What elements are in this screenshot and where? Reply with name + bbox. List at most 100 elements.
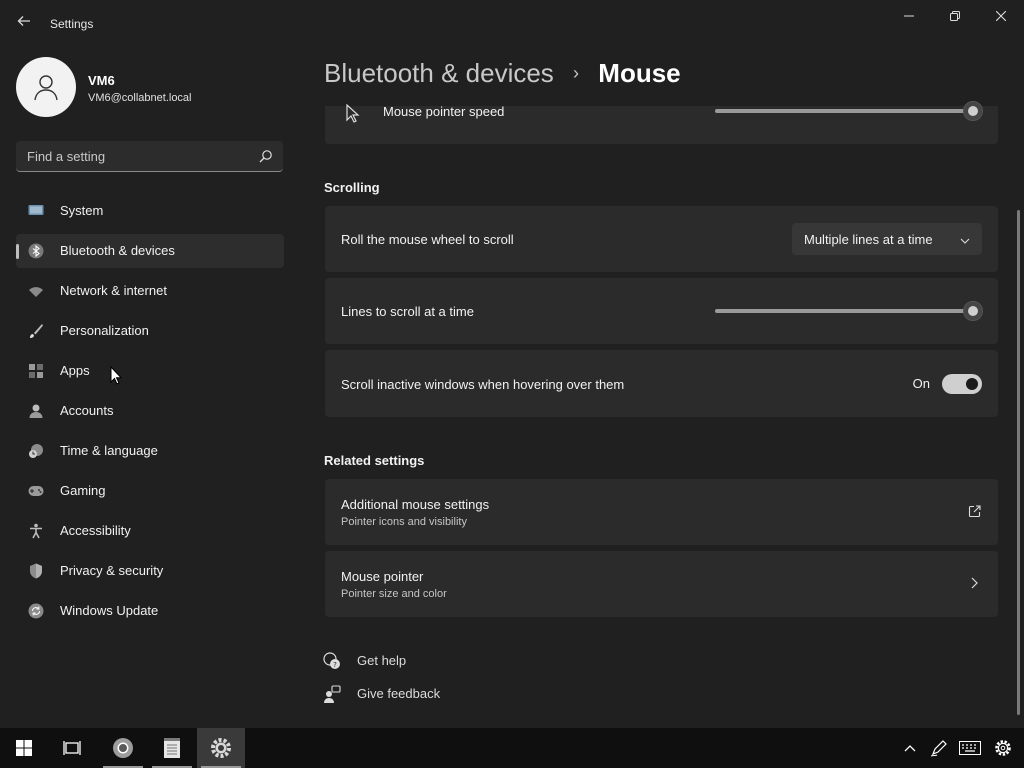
sidebar-item-privacy[interactable]: Privacy & security <box>16 554 284 588</box>
task-view-icon <box>63 741 81 755</box>
additional-mouse-settings-sub: Pointer icons and visibility <box>341 516 467 528</box>
lines-to-scroll-slider[interactable] <box>715 301 983 321</box>
feedback-icon <box>323 685 341 703</box>
shield-icon <box>28 563 44 579</box>
avatar <box>16 57 76 117</box>
sidebar-item-label: Windows Update <box>60 603 159 618</box>
cursor-arrow-icon <box>345 103 361 129</box>
sidebar-item-label: Network & internet <box>60 283 167 298</box>
chrome-icon <box>113 738 133 758</box>
sidebar-item-label: Accessibility <box>60 523 131 538</box>
sidebar-item-apps[interactable]: Apps <box>16 354 284 388</box>
pointer-speed-slider-thumb[interactable] <box>963 101 983 121</box>
get-help-label: Get help <box>357 653 407 668</box>
breadcrumb-parent-link[interactable]: Bluetooth & devices <box>324 58 554 88</box>
sidebar-item-bluetooth[interactable]: Bluetooth & devices <box>16 234 284 268</box>
roll-wheel-dropdown-value: Multiple lines at a time <box>804 232 933 247</box>
apps-icon <box>28 363 44 379</box>
lines-to-scroll-label: Lines to scroll at a time <box>341 304 474 319</box>
roll-wheel-label: Roll the mouse wheel to scroll <box>341 232 514 247</box>
sidebar-item-time-language[interactable]: Time & language <box>16 434 284 468</box>
pointer-speed-slider[interactable] <box>715 101 983 121</box>
taskbar <box>0 728 1024 768</box>
task-view-button[interactable] <box>48 728 96 768</box>
additional-mouse-settings-link[interactable]: Additional mouse settings Pointer icons … <box>325 479 998 545</box>
person-icon <box>28 403 44 419</box>
minimize-button[interactable] <box>886 0 932 32</box>
inactive-scroll-card: Scroll inactive windows when hovering ov… <box>325 350 998 417</box>
chevron-down-icon <box>960 233 970 251</box>
related-settings-title: Related settings <box>324 453 425 468</box>
additional-mouse-settings-label: Additional mouse settings <box>341 497 490 512</box>
toggle-knob <box>966 378 978 390</box>
sidebar-item-windows-update[interactable]: Windows Update <box>16 594 284 628</box>
roll-wheel-dropdown[interactable]: Multiple lines at a time <box>792 223 982 255</box>
close-icon <box>996 11 1006 21</box>
sidebar-item-accessibility[interactable]: Accessibility <box>16 514 284 548</box>
chevron-right-icon <box>966 575 982 591</box>
update-icon <box>28 603 44 619</box>
pointer-speed-label: Mouse pointer speed <box>383 104 505 119</box>
notepad-icon <box>164 738 180 758</box>
gamepad-icon <box>28 483 44 499</box>
sidebar-item-system[interactable]: System <box>16 194 284 228</box>
give-feedback-label: Give feedback <box>357 686 441 701</box>
lines-to-scroll-slider-thumb[interactable] <box>963 301 983 321</box>
settings-icon <box>211 738 231 758</box>
sidebar-item-gaming[interactable]: Gaming <box>16 474 284 508</box>
sidebar-item-label: Time & language <box>60 443 158 458</box>
pen-icon[interactable] <box>929 738 949 758</box>
close-button[interactable] <box>978 0 1024 32</box>
mouse-pointer-sub: Pointer size and color <box>341 588 447 600</box>
mouse-pointer-label: Mouse pointer <box>341 569 424 584</box>
start-button[interactable] <box>0 728 48 768</box>
sidebar-item-label: Accounts <box>60 403 114 418</box>
sidebar-item-label: Gaming <box>60 483 106 498</box>
inactive-scroll-state: On <box>912 376 930 391</box>
app-title: Settings <box>50 17 94 31</box>
start-icon <box>16 740 32 756</box>
inactive-scroll-label: Scroll inactive windows when hovering ov… <box>341 377 625 392</box>
person-icon <box>34 75 58 101</box>
user-name: VM6 <box>88 73 115 88</box>
sidebar-item-label: System <box>60 203 104 218</box>
main-scrollbar[interactable] <box>1017 210 1020 715</box>
sidebar-item-network[interactable]: Network & internet <box>16 274 284 308</box>
notepad-taskbar-button[interactable] <box>148 728 196 768</box>
mouse-cursor-icon <box>110 365 123 391</box>
external-link-icon <box>966 503 982 519</box>
wifi-icon <box>28 283 44 299</box>
mouse-pointer-link[interactable]: Mouse pointer Pointer size and color <box>325 551 998 617</box>
help-chat-icon: ? <box>323 652 341 670</box>
brush-icon <box>28 323 44 339</box>
restore-button[interactable] <box>932 0 978 32</box>
minimize-icon <box>904 15 914 17</box>
pointer-speed-card: Mouse pointer speed <box>325 101 998 144</box>
user-email: VM6@collabnet.local <box>88 92 192 104</box>
sidebar-item-accounts[interactable]: Accounts <box>16 394 284 428</box>
breadcrumb: Bluetooth & devices › Mouse <box>324 58 681 89</box>
sidebar-item-personalization[interactable]: Personalization <box>16 314 284 348</box>
accessibility-icon <box>28 523 44 539</box>
chevron-up-icon[interactable] <box>900 738 920 758</box>
back-button[interactable] <box>12 12 36 36</box>
inactive-scroll-toggle[interactable] <box>942 374 982 394</box>
arrow-left-icon <box>17 16 30 26</box>
sidebar-nav: System Bluetooth & devices Network & int… <box>16 194 284 634</box>
chrome-taskbar-button[interactable] <box>99 728 147 768</box>
page-title: Mouse <box>598 58 681 88</box>
settings-taskbar-button[interactable] <box>197 728 245 768</box>
scrolling-section-title: Scrolling <box>324 180 380 195</box>
title-bar: Settings <box>0 0 1024 48</box>
gear-icon[interactable] <box>993 738 1013 758</box>
lines-to-scroll-card: Lines to scroll at a time <box>325 278 998 344</box>
keyboard-icon[interactable] <box>958 738 982 758</box>
sidebar-item-label: Bluetooth & devices <box>60 243 175 258</box>
svg-text:?: ? <box>333 661 337 669</box>
roll-wheel-card: Roll the mouse wheel to scroll Multiple … <box>325 206 998 272</box>
search-icon[interactable] <box>259 149 273 168</box>
sidebar-item-label: Apps <box>60 363 90 378</box>
bluetooth-icon <box>28 243 44 259</box>
search-input[interactable]: Find a setting <box>16 141 283 172</box>
breadcrumb-separator: › <box>573 63 580 83</box>
